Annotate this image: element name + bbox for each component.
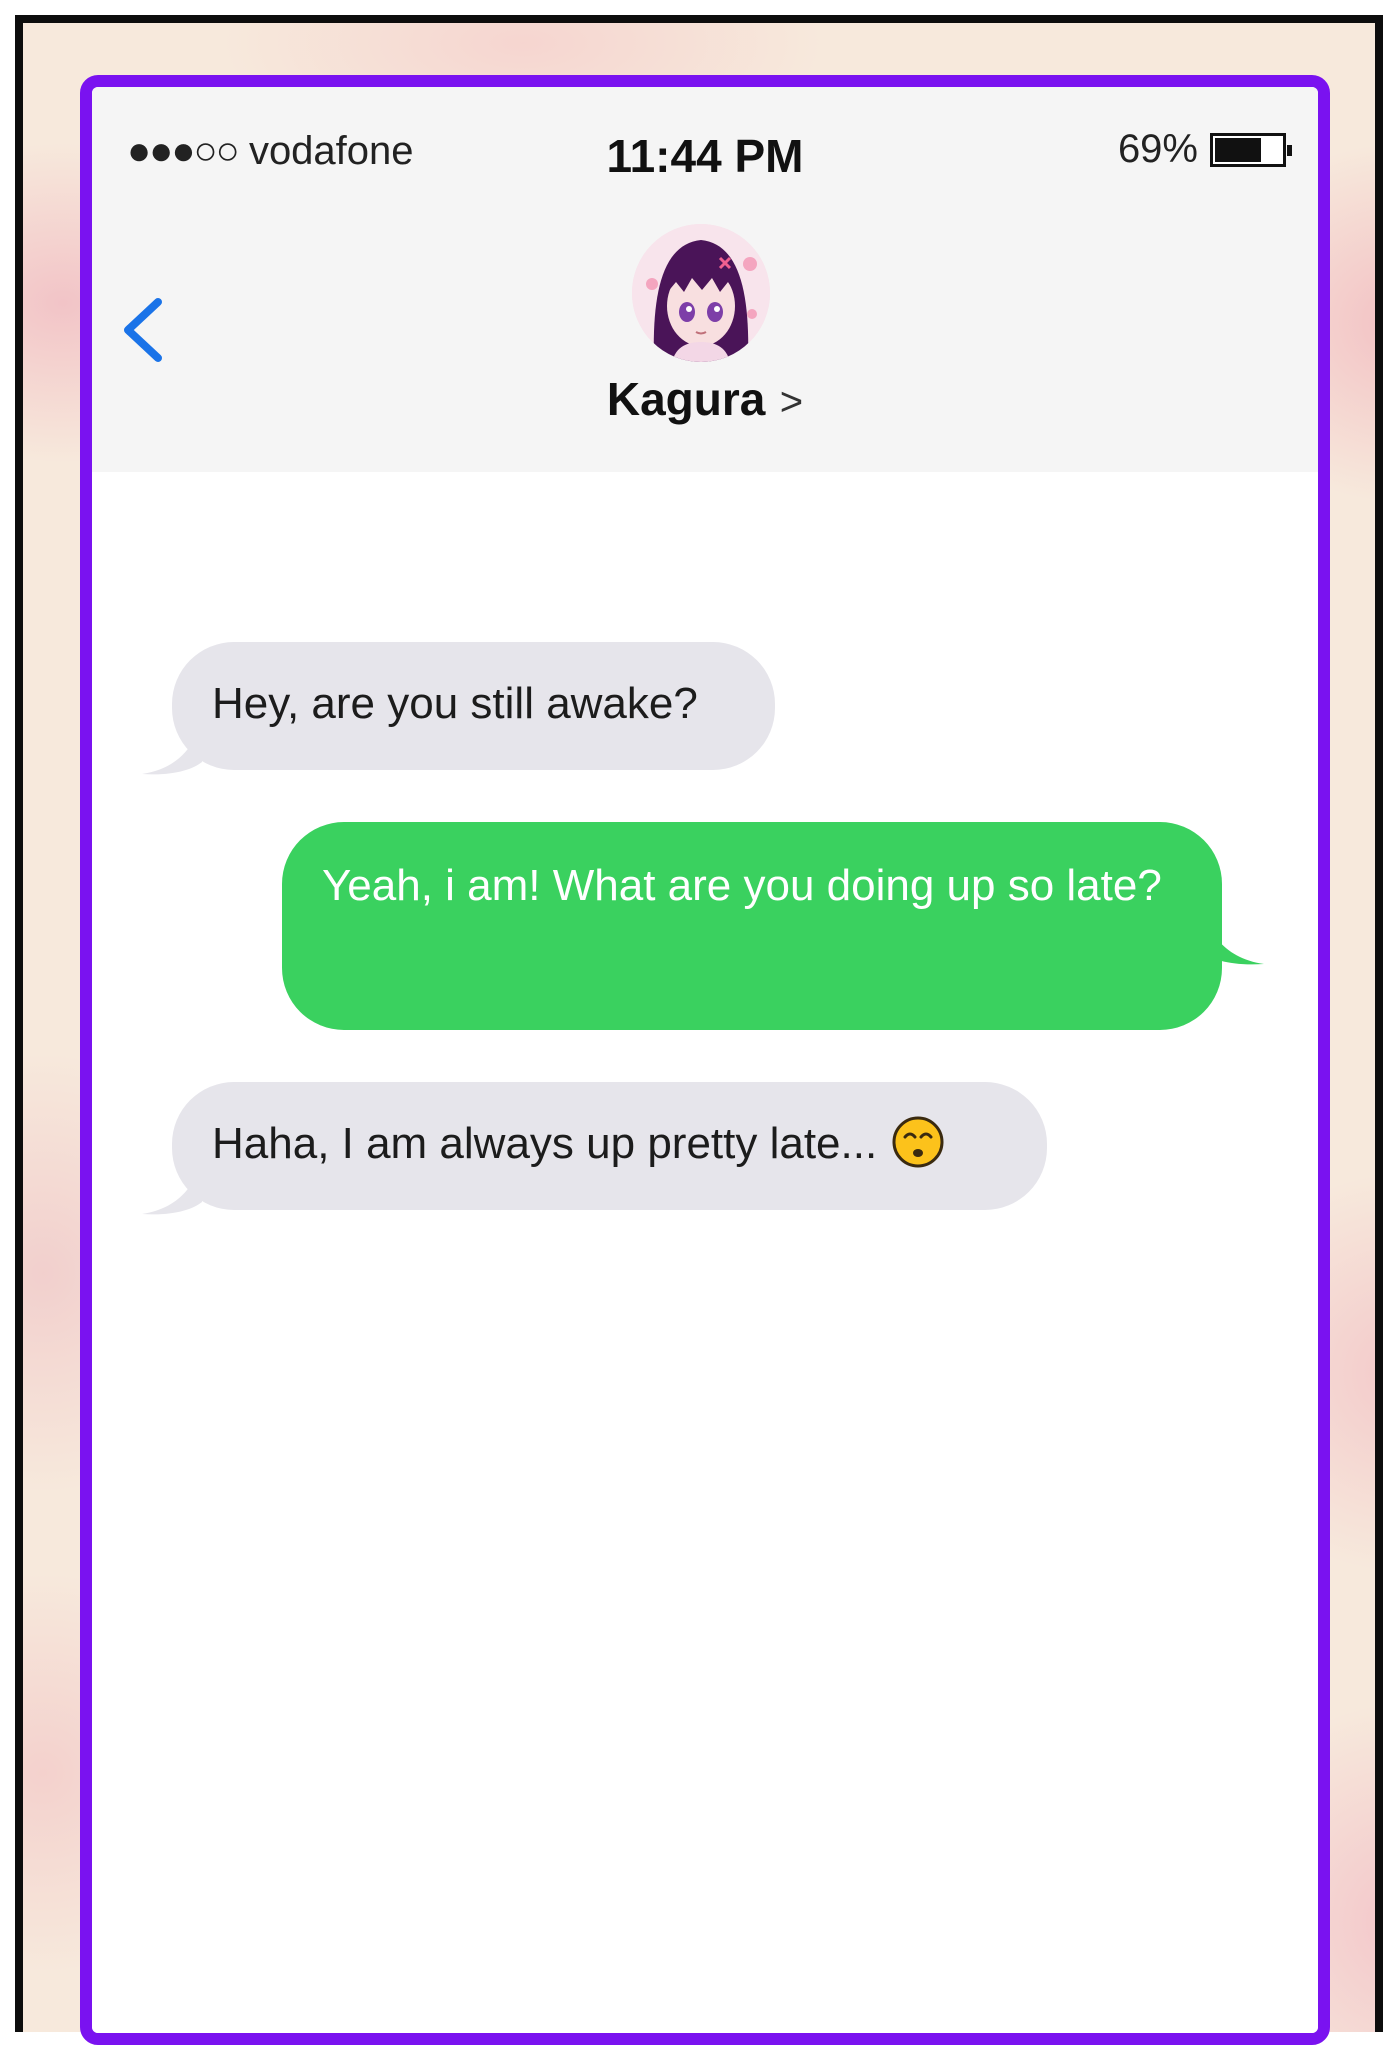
status-bar: ●●●○○ vodafone 11:44 PM 69%: [92, 87, 1318, 202]
back-button[interactable]: [114, 284, 184, 374]
battery-nub: [1287, 144, 1292, 156]
battery-percentage: 69%: [1117, 127, 1198, 171]
conversation-header: Kagura >: [92, 202, 1318, 472]
phone-screen: ●●●○○ vodafone 11:44 PM 69% Kagura > Hey…: [80, 75, 1330, 2045]
message-text: Haha, I am always up pretty late...: [212, 1119, 878, 1168]
battery-fill: [1215, 137, 1261, 162]
contact-title[interactable]: Kagura >: [92, 372, 1318, 426]
anime-girl-avatar-icon: [632, 224, 770, 362]
chevron-right-icon: >: [779, 380, 804, 424]
message-bubble[interactable]: Haha, I am always up pretty late...: [172, 1082, 1047, 1210]
message-bubble[interactable]: Hey, are you still awake?: [172, 642, 775, 770]
message-list: Hey, are you still awake? Yeah, i am! Wh…: [92, 472, 1318, 2033]
battery-icon: [1210, 132, 1292, 167]
chevron-left-icon: [124, 298, 162, 362]
contact-name: Kagura: [606, 373, 766, 425]
battery-indicator: 69%: [1117, 127, 1292, 172]
message-bubble[interactable]: Yeah, i am! What are you doing up so lat…: [282, 822, 1222, 1030]
smiling-face-emoji-icon: [891, 1115, 945, 1169]
contact-avatar[interactable]: [632, 224, 770, 362]
